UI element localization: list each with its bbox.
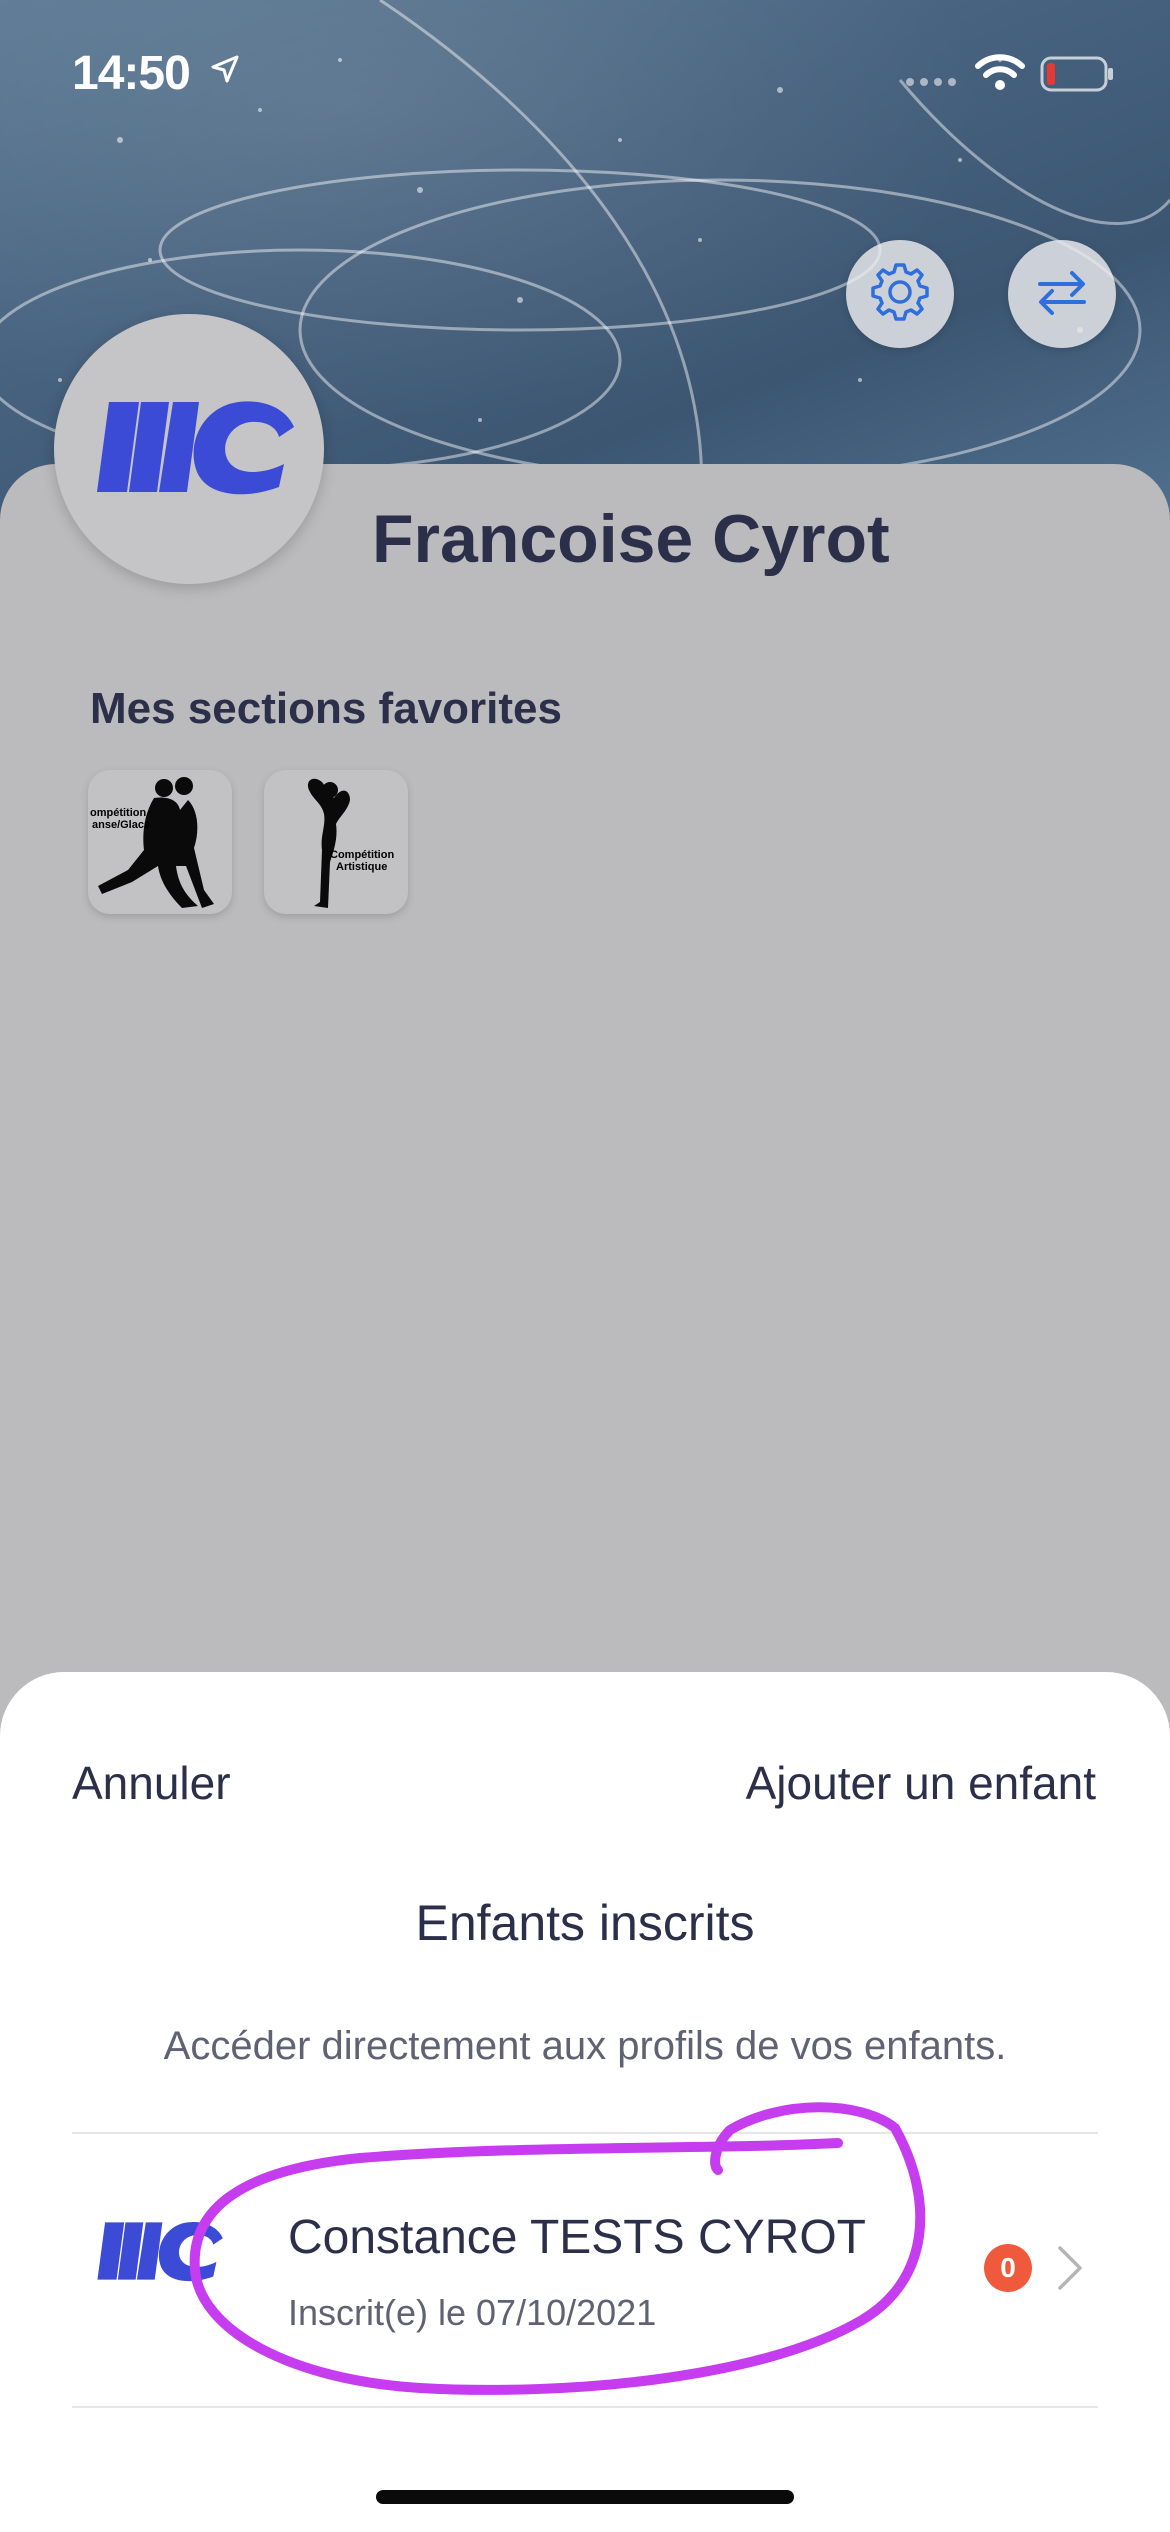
swap-arrows-icon: [1032, 262, 1092, 327]
add-child-button[interactable]: Ajouter un enfant: [746, 1756, 1096, 1810]
switch-profile-button[interactable]: [1008, 240, 1116, 348]
favorite-section-artistic[interactable]: Compétition Artistique: [264, 770, 408, 914]
favorite-label-1a: ompétition: [90, 807, 146, 819]
wifi-icon: [974, 52, 1026, 97]
cancel-button[interactable]: Annuler: [72, 1756, 231, 1810]
figure-skater-icon: Compétition Artistique: [307, 778, 394, 908]
battery-icon: [1040, 56, 1114, 97]
sheet-title: Enfants inscrits: [415, 1895, 755, 1951]
child-list-item[interactable]: Constance TESTS CYROT Inscrit(e) le 07/1…: [72, 2134, 1098, 2406]
divider: [72, 2406, 1098, 2408]
favorite-label-2b: Artistique: [336, 861, 387, 873]
child-club-logo: [86, 2216, 226, 2291]
app-screen: 14:50 Francoise Cyrot Mes sections favor…: [0, 0, 1170, 2532]
dance-couple-icon: ompétition anse/Glace: [90, 777, 214, 908]
favorite-label-2a: Compétition: [330, 849, 394, 861]
status-time: 14:50: [72, 47, 191, 100]
cellular-signal-icon: [905, 74, 961, 92]
notification-badge: 0: [984, 2244, 1032, 2292]
status-bar: 14:50: [0, 0, 1170, 140]
profile-card: [0, 464, 1170, 1764]
club-logo: [79, 392, 299, 507]
child-name: Constance TESTS CYROT: [288, 2211, 866, 2264]
chevron-right-icon: [1056, 2244, 1084, 2297]
child-registration-date: Inscrit(e) le 07/10/2021: [288, 2292, 657, 2333]
home-indicator: [376, 2490, 794, 2504]
settings-button[interactable]: [846, 240, 954, 348]
location-arrow-icon: [210, 54, 240, 89]
profile-name: Francoise Cyrot: [372, 501, 890, 577]
favorites-title: Mes sections favorites: [90, 684, 562, 733]
favorite-section-dance[interactable]: ompétition anse/Glace: [88, 770, 232, 914]
club-avatar: [54, 314, 324, 584]
sheet-subtitle: Accéder directement aux profils de vos e…: [163, 2024, 1007, 2068]
gear-icon: [865, 257, 935, 332]
favorite-label-1b: anse/Glace: [92, 819, 150, 831]
